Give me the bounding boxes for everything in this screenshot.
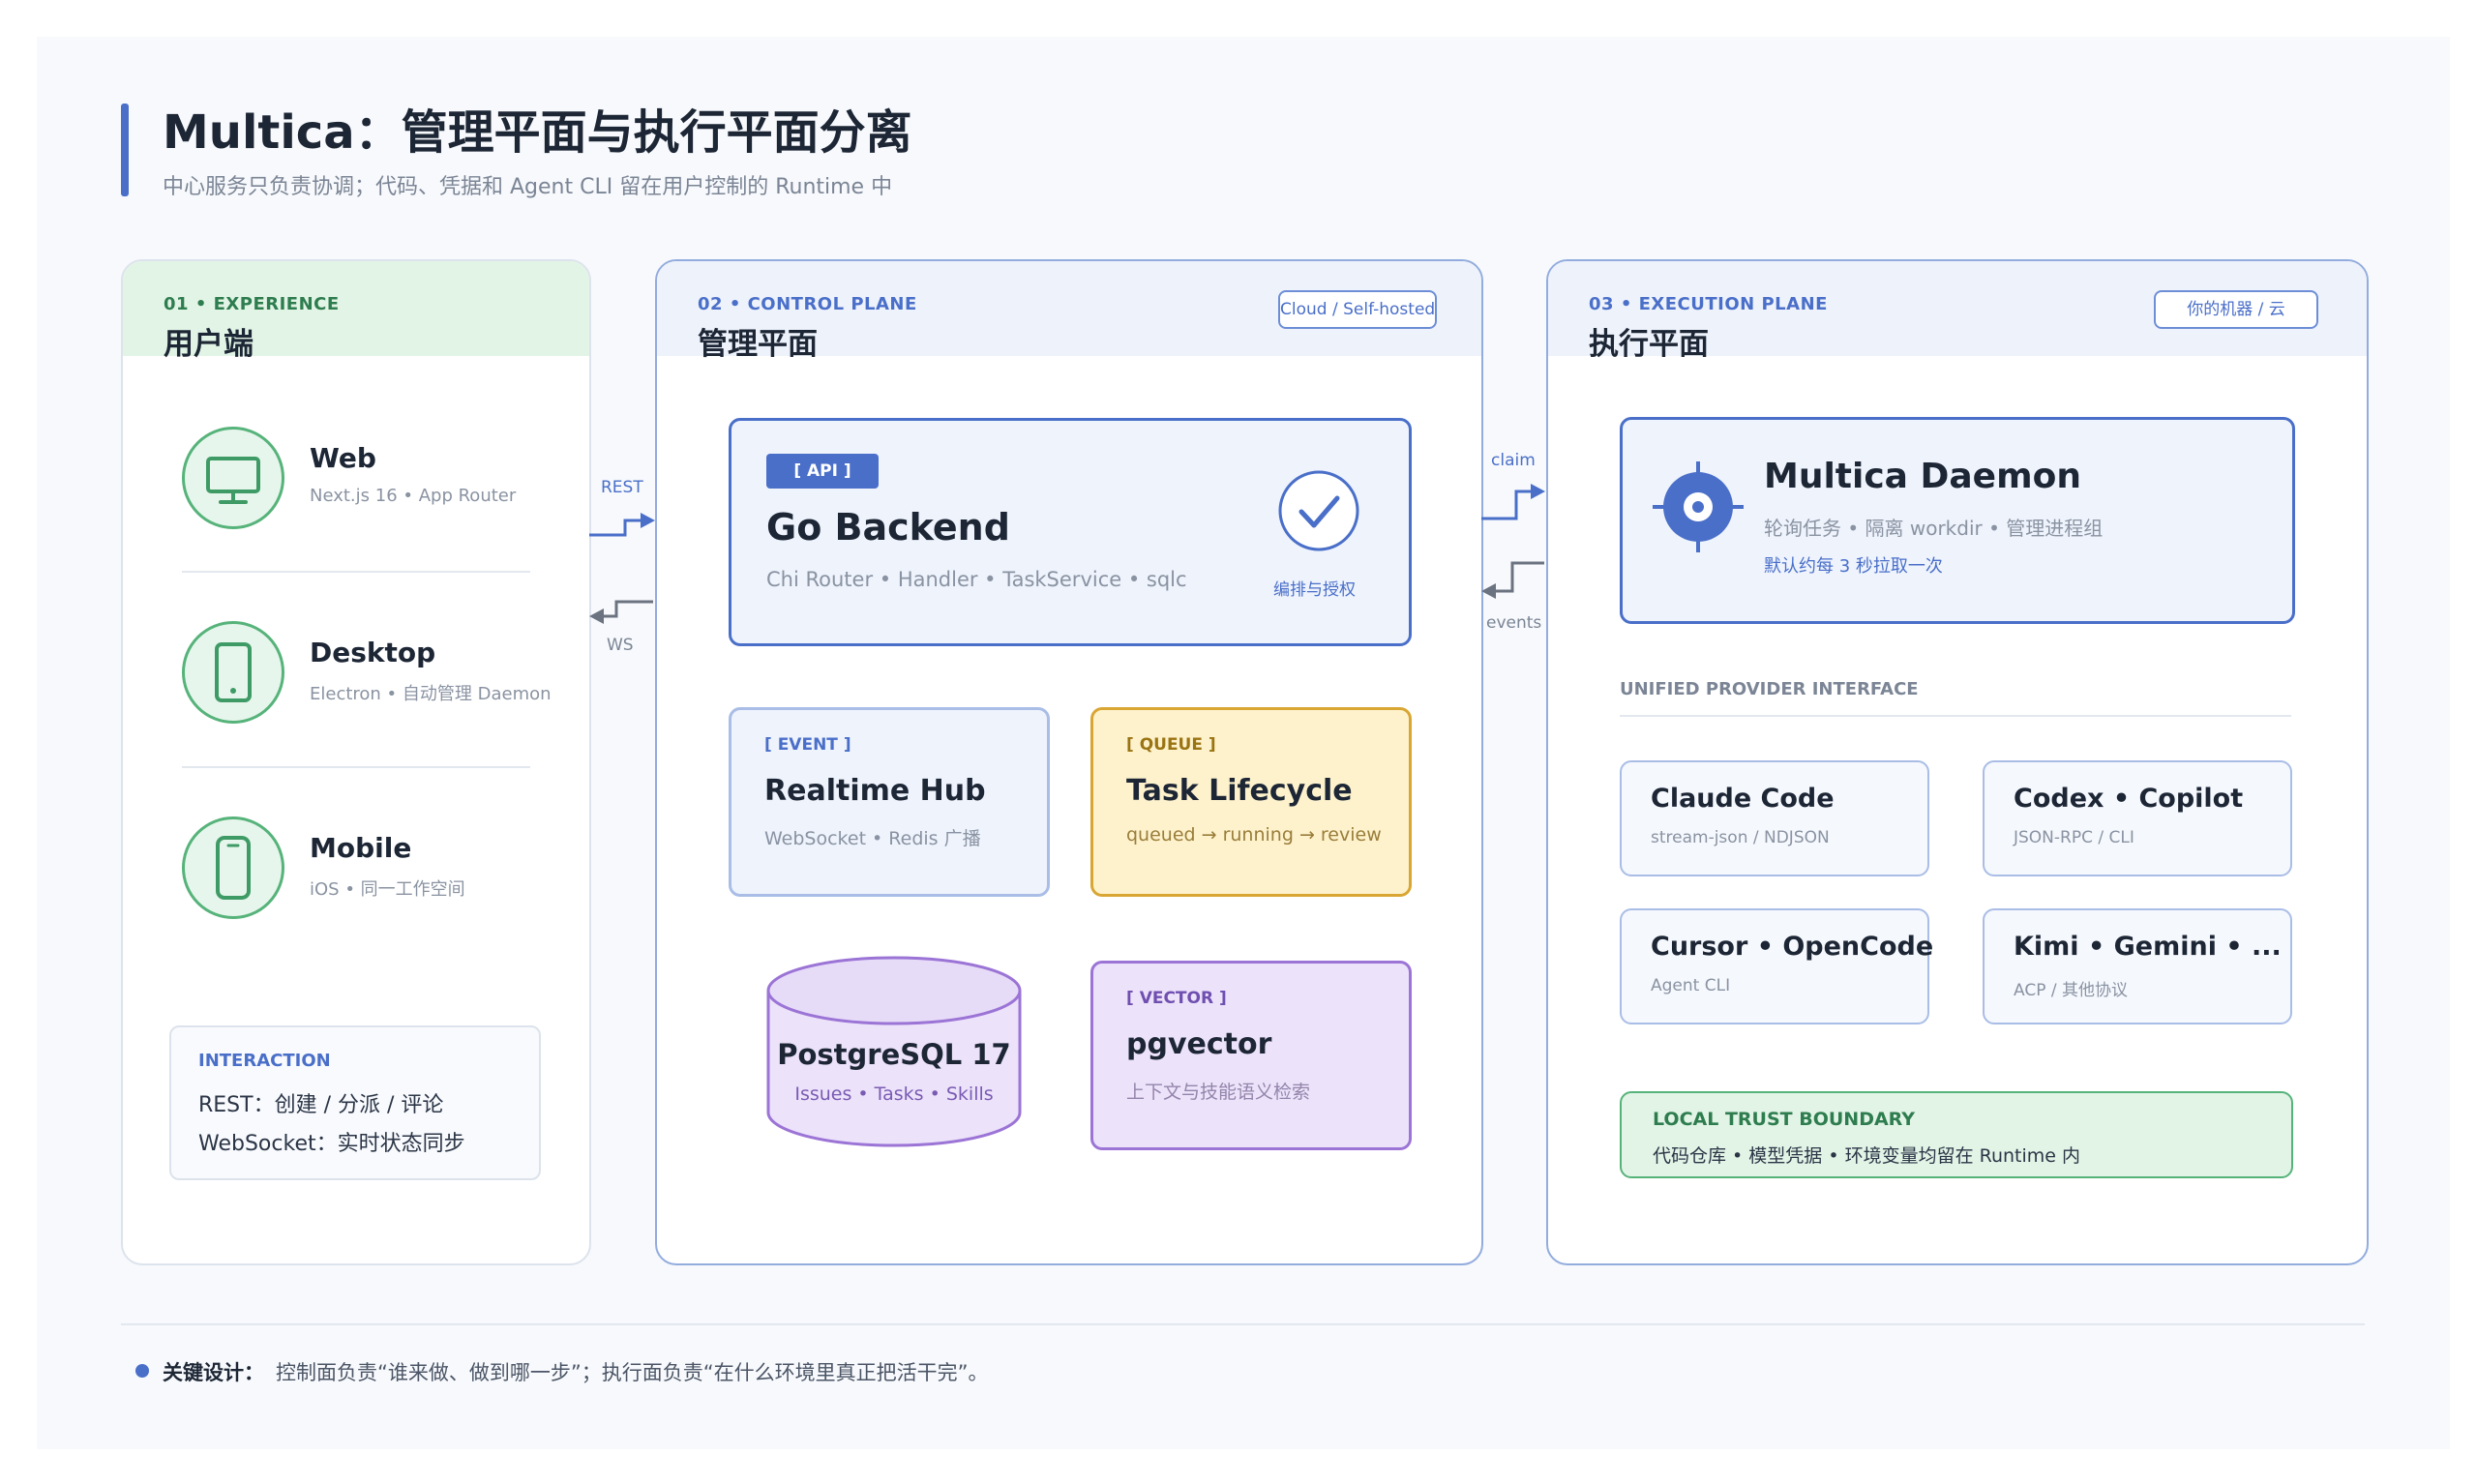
daemon-name: Multica Daemon xyxy=(1764,457,2081,496)
provider-card: Cursor • OpenCode Agent CLI xyxy=(1620,908,1933,1024)
client-web-name: Web xyxy=(310,442,376,474)
pgvector-desc: 上下文与技能语义检索 xyxy=(1126,1082,1311,1103)
provider-claude-desc: stream-json / NDJSON xyxy=(1651,828,1830,847)
footer-text: 控制面负责“谁来做、做到哪一步”；执行面负责“在什么环境里真正把活干完”。 xyxy=(276,1361,989,1384)
realtime-hub-name: Realtime Hub xyxy=(764,774,986,808)
footer-divider xyxy=(121,1323,2365,1325)
client-divider xyxy=(182,571,530,573)
client-desktop-name: Desktop xyxy=(310,637,436,668)
realtime-hub-card: [ EVENT ] Realtime Hub WebSocket • Redis… xyxy=(729,707,1050,897)
execution-plane-title: 执行平面 xyxy=(1589,327,1709,362)
experience-panel-header: 01 • EXPERIENCE 用户端 xyxy=(123,261,589,362)
interaction-rest-row: REST：创建 / 分派 / 评论 xyxy=(198,1093,444,1117)
check-circle-icon xyxy=(1277,469,1360,552)
event-tag: [ EVENT ] xyxy=(764,735,851,755)
provider-divider xyxy=(1620,715,2291,717)
provider-card: Kimi • Gemini • ... ACP / 其他协议 xyxy=(1983,908,2292,1024)
client-mobile-desc: iOS • 同一工作空间 xyxy=(310,879,465,900)
interaction-ws-row: WebSocket：实时状态同步 xyxy=(198,1132,465,1156)
provider-cursor-name: Cursor • OpenCode xyxy=(1651,932,1934,962)
rest-label: REST xyxy=(601,478,643,497)
trust-boundary-box: LOCAL TRUST BOUNDARY 代码仓库 • 模型凭据 • 环境变量均… xyxy=(1620,1091,2293,1178)
client-web-desc: Next.js 16 • App Router xyxy=(310,486,517,506)
provider-section-label: UNIFIED PROVIDER INTERFACE xyxy=(1620,679,1919,699)
claim-label: claim xyxy=(1491,451,1536,470)
environment-badge: 你的机器 / 云 xyxy=(2154,290,2318,329)
experience-tag: 01 • EXPERIENCE xyxy=(164,294,340,314)
vector-tag: [ VECTOR ] xyxy=(1126,989,1227,1008)
execution-plane-header: 03 • EXECUTION PLANE 执行平面 你的机器 / 云 xyxy=(1548,261,2367,362)
provider-cursor-desc: Agent CLI xyxy=(1651,976,1731,995)
pgvector-name: pgvector xyxy=(1126,1027,1272,1061)
execution-plane-panel: 03 • EXECUTION PLANE 执行平面 你的机器 / 云 Multi… xyxy=(1546,259,2369,1265)
postgresql-name: PostgreSQL 17 xyxy=(777,1038,1011,1071)
postgresql-card: PostgreSQL 17 Issues • Tasks • Skills xyxy=(765,956,1023,1149)
phone-icon xyxy=(182,816,284,919)
interaction-label: INTERACTION xyxy=(198,1051,331,1071)
pgvector-card: [ VECTOR ] pgvector 上下文与技能语义检索 xyxy=(1090,961,1412,1150)
crosshair-icon xyxy=(1650,459,1746,555)
provider-kimi-desc: ACP / 其他协议 xyxy=(2014,981,2128,1000)
daemon-note: 默认约每 3 秒拉取一次 xyxy=(1764,556,1943,577)
provider-codex-name: Codex • Copilot xyxy=(2014,784,2244,814)
control-plane-tag: 02 • CONTROL PLANE xyxy=(698,294,917,314)
provider-claude-name: Claude Code xyxy=(1651,784,1835,814)
api-tag: [ API ] xyxy=(766,454,879,489)
control-plane-title: 管理平面 xyxy=(698,327,818,362)
page-subtitle: 中心服务只负责协调；代码、凭据和 Agent CLI 留在用户控制的 Runti… xyxy=(163,175,893,199)
provider-codex-desc: JSON-RPC / CLI xyxy=(2014,828,2134,847)
title-accent-bar xyxy=(121,104,129,196)
deployment-badge: Cloud / Self-hosted xyxy=(1278,290,1437,329)
control-plane-header: 02 • CONTROL PLANE 管理平面 Cloud / Self-hos… xyxy=(657,261,1481,362)
go-backend-desc: Chi Router • Handler • TaskService • sql… xyxy=(766,568,1187,591)
tablet-icon xyxy=(182,621,284,724)
ws-label: WS xyxy=(607,636,634,655)
client-mobile-name: Mobile xyxy=(310,832,412,864)
footer-key: 关键设计： xyxy=(163,1361,264,1384)
page-title: Multica：管理平面与执行平面分离 xyxy=(163,105,912,160)
task-lifecycle-card: [ QUEUE ] Task Lifecycle queued → runnin… xyxy=(1090,707,1412,897)
monitor-icon xyxy=(182,427,284,529)
daemon-card: Multica Daemon 轮询任务 • 隔离 workdir • 管理进程组… xyxy=(1620,417,2295,624)
provider-card: Codex • Copilot JSON-RPC / CLI xyxy=(1983,760,2292,876)
execution-plane-tag: 03 • EXECUTION PLANE xyxy=(1589,294,1828,314)
provider-kimi-name: Kimi • Gemini • ... xyxy=(2014,932,2282,962)
go-backend-card: [ API ] Go Backend Chi Router • Handler … xyxy=(729,418,1412,646)
task-lifecycle-desc: queued → running → review xyxy=(1126,824,1382,846)
experience-title: 用户端 xyxy=(164,327,254,362)
trust-boundary-label: LOCAL TRUST BOUNDARY xyxy=(1653,1109,1916,1130)
footer-bullet xyxy=(135,1364,149,1378)
go-backend-name: Go Backend xyxy=(766,506,1010,549)
control-plane-panel: 02 • CONTROL PLANE 管理平面 Cloud / Self-hos… xyxy=(655,259,1483,1265)
client-divider xyxy=(182,766,530,768)
interaction-box: INTERACTION REST：创建 / 分派 / 评论 WebSocket：… xyxy=(169,1025,541,1180)
postgresql-desc: Issues • Tasks • Skills xyxy=(794,1083,994,1105)
queue-tag: [ QUEUE ] xyxy=(1126,735,1216,755)
provider-card: Claude Code stream-json / NDJSON xyxy=(1620,760,1929,876)
trust-boundary-desc: 代码仓库 • 模型凭据 • 环境变量均留在 Runtime 内 xyxy=(1653,1145,2081,1167)
client-desktop-desc: Electron • 自动管理 Daemon xyxy=(310,684,552,704)
task-lifecycle-name: Task Lifecycle xyxy=(1126,774,1353,808)
realtime-hub-desc: WebSocket • Redis 广播 xyxy=(764,828,981,849)
events-label: events xyxy=(1486,613,1542,633)
check-label: 编排与授权 xyxy=(1273,580,1356,600)
experience-panel: 01 • EXPERIENCE 用户端 Web Next.js 16 • App… xyxy=(121,259,591,1265)
daemon-desc: 轮询任务 • 隔离 workdir • 管理进程组 xyxy=(1764,517,2104,540)
